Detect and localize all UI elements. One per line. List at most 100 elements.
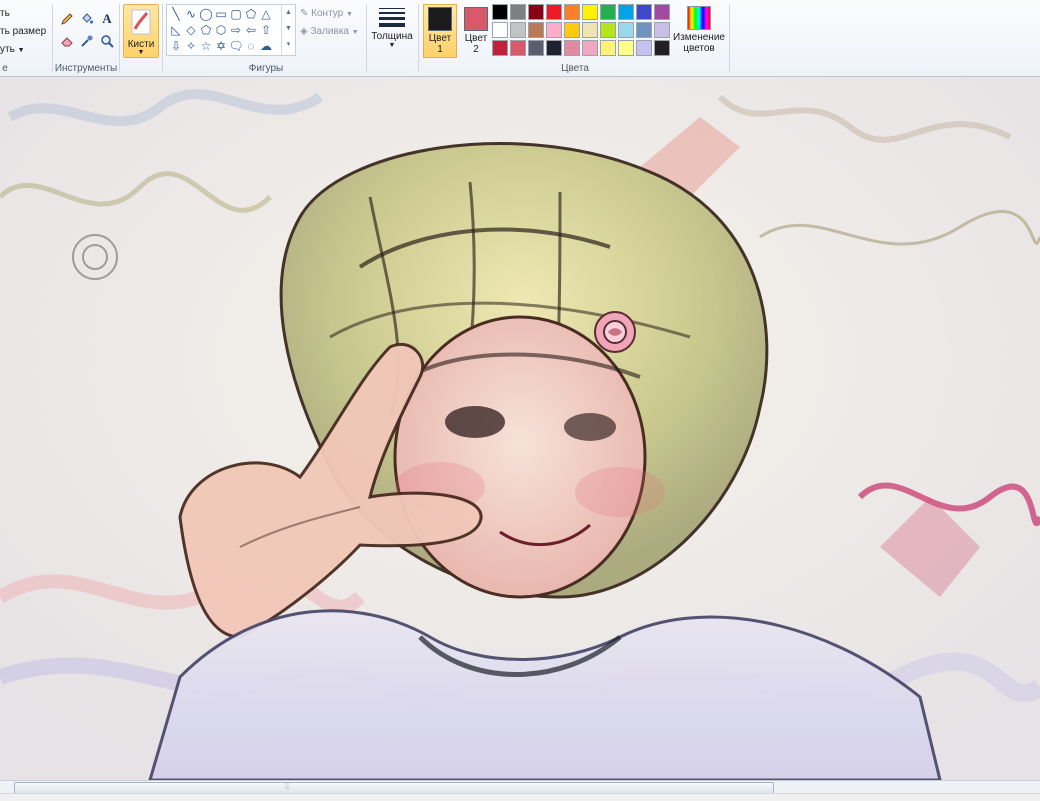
oval-shape-icon[interactable]: ◯ <box>199 7 213 21</box>
thickness-label: Толщина <box>371 31 413 42</box>
color1-button[interactable]: Цвет 1 <box>423 4 457 58</box>
crop-label: ть <box>0 8 10 19</box>
separator <box>418 4 419 72</box>
six-point-star-shape-icon[interactable]: ✡ <box>214 39 228 53</box>
color1-label: Цвет <box>428 33 452 44</box>
palette-color-swatch[interactable] <box>582 4 598 20</box>
four-point-star-shape-icon[interactable]: ✧ <box>184 39 198 53</box>
right-triangle-shape-icon[interactable]: ◺ <box>169 23 183 37</box>
eraser-icon[interactable] <box>58 32 76 50</box>
horizontal-scrollbar[interactable]: ⦙⦙ <box>0 780 1040 794</box>
palette-color-swatch[interactable] <box>600 40 616 56</box>
color-picker-icon[interactable] <box>78 32 96 50</box>
outline-dropdown[interactable]: ✎ Контур ▼ <box>300 8 353 19</box>
left-arrow-shape-icon[interactable]: ⇦ <box>244 23 258 37</box>
brushes-button[interactable]: Кисти ▼ <box>123 4 159 58</box>
tools-group: A Инструменты <box>54 0 118 76</box>
shapes-gallery[interactable]: ╲ ∿ ◯ ▭ ▢ ⬠ △ ◺ ◇ ⬠ ⬡ ⇨ ⇦ ⇧ ⇩ ✧ ☆ ✡ 🗨 ◌ … <box>166 4 296 56</box>
color-spectrum-icon <box>687 6 711 30</box>
fill-bucket-icon[interactable] <box>78 10 96 28</box>
color2-button[interactable]: Цвет 2 <box>459 4 493 58</box>
edit-colors-label-2: цветов <box>683 43 715 54</box>
palette-color-swatch[interactable] <box>654 4 670 20</box>
five-point-star-shape-icon[interactable]: ☆ <box>199 39 213 53</box>
palette-color-swatch[interactable] <box>636 4 652 20</box>
palette-color-swatch[interactable] <box>492 22 508 38</box>
magnifier-icon[interactable] <box>98 32 116 50</box>
palette-color-swatch[interactable] <box>600 4 616 20</box>
triangle-shape-icon[interactable]: △ <box>259 7 273 21</box>
thickness-button[interactable]: Толщина ▼ <box>370 6 414 54</box>
palette-color-swatch[interactable] <box>564 40 580 56</box>
fill-label: Заливка <box>310 26 349 37</box>
palette-color-swatch[interactable] <box>510 40 526 56</box>
palette-color-swatch[interactable] <box>492 4 508 20</box>
tools-group-label: Инструменты <box>54 63 118 74</box>
pentagon-shape-icon[interactable]: ⬠ <box>199 23 213 37</box>
hair-clip <box>594 311 636 353</box>
curve-shape-icon[interactable]: ∿ <box>184 7 198 21</box>
up-arrow-shape-icon[interactable]: ⇧ <box>259 23 273 37</box>
palette-color-swatch[interactable] <box>618 40 634 56</box>
oval-callout-shape-icon[interactable]: ◌ <box>244 39 258 53</box>
palette-color-swatch[interactable] <box>636 40 652 56</box>
crop-button[interactable]: ть <box>0 8 10 19</box>
rectangle-shape-icon[interactable]: ▭ <box>214 7 228 21</box>
color1-number: 1 <box>437 44 443 55</box>
diamond-shape-icon[interactable]: ◇ <box>184 23 198 37</box>
rotate-button[interactable]: уть ▼ <box>0 44 25 55</box>
chevron-down-icon: ▼ <box>388 42 396 49</box>
cloud-callout-shape-icon[interactable]: ☁ <box>259 39 273 53</box>
chevron-down-icon: ▼ <box>346 11 353 18</box>
text-icon[interactable]: A <box>98 10 116 28</box>
fill-dropdown[interactable]: ◈ Заливка ▼ <box>300 26 359 37</box>
colors-group-label: Цвета <box>561 63 589 74</box>
drawing-canvas[interactable] <box>0 77 1040 780</box>
chevron-down-icon: ▼ <box>137 49 145 56</box>
palette-color-swatch[interactable] <box>510 22 526 38</box>
palette-color-swatch[interactable] <box>510 4 526 20</box>
polygon-shape-icon[interactable]: ⬠ <box>244 7 258 21</box>
shapes-group-label: Фигуры <box>248 63 284 74</box>
palette-color-swatch[interactable] <box>636 22 652 38</box>
separator <box>119 4 120 72</box>
resize-button[interactable]: ть размер <box>0 26 46 37</box>
palette-color-swatch[interactable] <box>582 22 598 38</box>
edit-colors-button[interactable]: Изменение цветов <box>672 4 726 58</box>
palette-color-swatch[interactable] <box>564 4 580 20</box>
down-arrow-shape-icon[interactable]: ⇩ <box>169 39 183 53</box>
ribbon: ть ть размер уть ▼ е A Инструменты Кисти <box>0 0 1040 77</box>
color2-label: Цвет <box>464 33 488 44</box>
palette-color-swatch[interactable] <box>492 40 508 56</box>
separator <box>162 4 163 72</box>
palette-color-swatch[interactable] <box>528 4 544 20</box>
separator <box>729 4 730 72</box>
palette-color-swatch[interactable] <box>618 4 634 20</box>
separator <box>366 4 367 72</box>
chevron-down-icon: ▼ <box>351 29 359 36</box>
pencil-icon[interactable] <box>58 10 76 28</box>
palette-color-swatch[interactable] <box>600 22 616 38</box>
line-shape-icon[interactable]: ╲ <box>169 7 183 21</box>
callout-shape-icon[interactable]: 🗨 <box>228 39 243 53</box>
color2-swatch <box>464 7 488 31</box>
palette-color-swatch[interactable] <box>582 40 598 56</box>
rounded-rectangle-shape-icon[interactable]: ▢ <box>229 7 243 21</box>
color1-swatch <box>428 7 452 31</box>
palette-color-swatch[interactable] <box>528 22 544 38</box>
palette-color-swatch[interactable] <box>546 40 562 56</box>
palette-color-swatch[interactable] <box>564 22 580 38</box>
palette-color-swatch[interactable] <box>654 40 670 56</box>
palette-color-swatch[interactable] <box>546 22 562 38</box>
palette-color-swatch[interactable] <box>546 4 562 20</box>
fill-icon: ◈ <box>300 26 308 37</box>
palette-color-swatch[interactable] <box>528 40 544 56</box>
right-arrow-shape-icon[interactable]: ⇨ <box>229 23 243 37</box>
canvas-area[interactable] <box>0 77 1040 780</box>
scroll-grip-icon: ⦙⦙ <box>285 781 290 791</box>
shapes-scroll[interactable]: ▲ ▼ ▾ <box>281 5 295 55</box>
palette-color-swatch[interactable] <box>618 22 634 38</box>
hexagon-shape-icon[interactable]: ⬡ <box>214 23 228 37</box>
color2-number: 2 <box>473 44 479 55</box>
palette-color-swatch[interactable] <box>654 22 670 38</box>
